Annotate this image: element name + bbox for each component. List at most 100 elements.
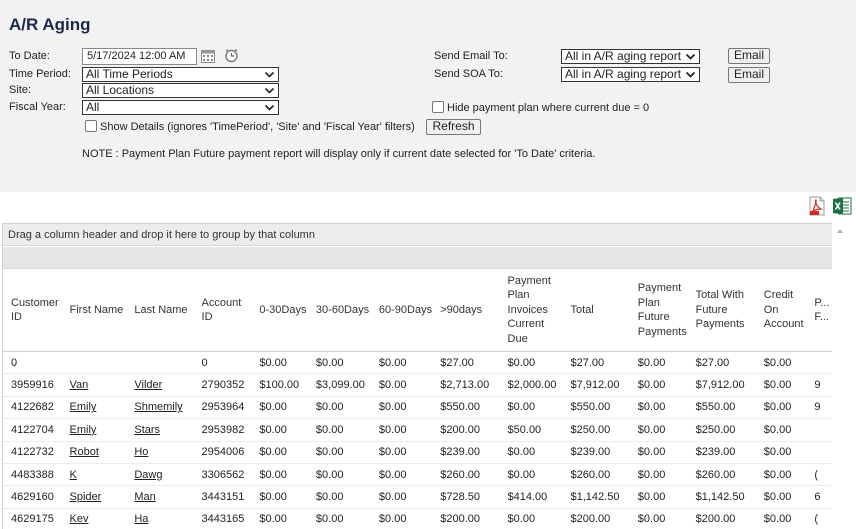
table-cell: $1,142.50 [562, 485, 630, 509]
column-header-payment-plan-future[interactable]: Payment Plan Future Payments [629, 269, 688, 352]
table-header-row: Customer ID First Name Last Name Account… [3, 269, 832, 352]
column-header-total-with-future[interactable]: Total With Future Payments [687, 269, 756, 352]
excel-icon[interactable] [832, 196, 852, 216]
table-cell: $0.00 [251, 463, 308, 487]
table-cell: 4122732 [3, 441, 62, 464]
table-cell: $3,099.00 [307, 373, 371, 397]
table-cell: 3306562 [193, 463, 252, 487]
group-by-bar[interactable]: Drag a column header and drop it here to… [3, 224, 832, 246]
table-row[interactable]: 4629175 Kev Ha 3443165 $0.00 $0.00 $0.00 $200.0… [3, 508, 832, 529]
table-cell: $0.00 [370, 441, 433, 464]
table-cell: $7,912.00 [687, 373, 756, 397]
first-name-link[interactable]: Robot [70, 446, 99, 458]
table-cell: $0.00 [307, 418, 371, 442]
column-header-truncated[interactable]: P... F... [806, 269, 832, 352]
column-header-account-id[interactable]: Account ID [193, 269, 252, 352]
clock-icon[interactable] [224, 48, 239, 63]
last-name-link[interactable]: Ha [134, 513, 148, 525]
pdf-icon[interactable] [807, 196, 827, 216]
table-row[interactable]: 0 0 $0.00 $0.00 $0.00 $27.00 $0.00 $27.00 $0.00 $… [3, 351, 832, 375]
last-name-link[interactable]: Man [134, 491, 155, 503]
hide-payment-plan-checkbox[interactable] [432, 101, 444, 113]
table-row[interactable]: 4122682 Emily Shmemily 2953964 $0.00 $0.00 $0.… [3, 396, 832, 420]
table-cell: $239.00 [687, 441, 756, 464]
fiscal-year-select[interactable]: All [82, 100, 279, 115]
first-name-link[interactable]: Emily [70, 424, 97, 436]
chevron-down-icon [685, 71, 696, 78]
last-name-link[interactable]: Shmemily [134, 401, 182, 413]
table-cell: $27.00 [687, 351, 756, 375]
table-row[interactable]: 3959916 Van Vilder 2790352 $100.00 $3,099.00 $… [3, 373, 832, 397]
table-cell: 2953964 [193, 396, 252, 420]
last-name-link[interactable]: Ho [134, 446, 148, 458]
chevron-down-icon [685, 53, 696, 60]
table-cell: ( [806, 508, 832, 529]
table-cell: $0.00 [629, 351, 688, 375]
table-cell: $0.00 [629, 485, 688, 509]
table-cell: $100.00 [251, 373, 308, 397]
column-header-payment-plan-current-due[interactable]: Payment Plan Invoices Current Due [499, 269, 563, 352]
table-cell: $0.00 [251, 418, 308, 442]
column-header-0-30-days[interactable]: 0-30Days [251, 269, 308, 352]
table-row[interactable]: 4122732 Robot Ho 2954006 $0.00 $0.00 $0.00 $239… [3, 441, 832, 464]
show-details-checkbox[interactable] [85, 120, 97, 132]
table-cell: $0.00 [755, 508, 807, 529]
last-name-link[interactable]: Vilder [134, 379, 162, 391]
first-name-link[interactable]: Kev [70, 513, 89, 525]
table-row[interactable]: 4122704 Emily Stars 2953982 $0.00 $0.00 $0.00 $… [3, 418, 832, 442]
note-text: NOTE : Payment Plan Future payment repor… [82, 148, 596, 160]
send-soa-select[interactable]: All in A/R aging report [561, 67, 700, 82]
column-header-customer-id[interactable]: Customer ID [3, 269, 62, 352]
column-header-first-name[interactable]: First Name [61, 269, 127, 352]
show-details-label: Show Details (ignores 'TimePeriod', 'Sit… [100, 121, 415, 133]
send-soa-button[interactable]: Email [728, 67, 770, 83]
first-name-link[interactable]: Spider [70, 491, 102, 503]
column-header-60-90-days[interactable]: 60-90Days [370, 269, 433, 352]
grid-vertical-scrollbar[interactable] [832, 223, 848, 528]
table-cell: $0.00 [307, 396, 371, 420]
table-cell: $0.00 [370, 418, 433, 442]
last-name-link[interactable]: Dawg [134, 469, 162, 481]
table-cell: 9 [806, 373, 832, 397]
last-name-link[interactable]: Stars [134, 424, 160, 436]
table-cell: $200.00 [432, 418, 500, 442]
send-email-select[interactable]: All in A/R aging report [561, 49, 700, 64]
table-cell: $1,142.50 [687, 485, 756, 509]
column-header-90-days[interactable]: >90days [432, 269, 500, 352]
send-email-button[interactable]: Email [728, 48, 770, 64]
to-date-input[interactable]: 5/17/2024 12:00 AM [82, 48, 197, 65]
first-name-link[interactable]: Emily [70, 401, 97, 413]
ar-aging-table: Customer ID First Name Last Name Account… [3, 269, 832, 529]
table-cell: $550.00 [562, 396, 630, 420]
column-header-credit-on-account[interactable]: Credit On Account [755, 269, 807, 352]
table-cell: 3443165 [193, 508, 252, 529]
table-cell: $0.00 [251, 485, 308, 509]
time-period-select[interactable]: All Time Periods [82, 67, 279, 82]
table-cell: $0.00 [251, 441, 308, 464]
first-name-link[interactable]: K [70, 469, 77, 481]
refresh-button[interactable]: Refresh [426, 119, 481, 135]
table-cell: Spider [61, 485, 127, 509]
table-cell: $0.00 [307, 508, 371, 529]
table-cell: $0.00 [370, 485, 433, 509]
table-cell: $260.00 [562, 463, 630, 487]
table-cell: $0.00 [755, 351, 807, 375]
table-cell [806, 418, 832, 442]
column-header-30-60-days[interactable]: 30-60Days [307, 269, 371, 352]
table-cell: $0.00 [370, 396, 433, 420]
chevron-down-icon [264, 71, 275, 78]
table-cell: $239.00 [562, 441, 630, 464]
column-header-last-name[interactable]: Last Name [126, 269, 194, 352]
table-cell: 0 [193, 351, 252, 375]
column-header-total[interactable]: Total [562, 269, 630, 352]
table-cell: 4629175 [3, 508, 62, 529]
table-row[interactable]: 4483388 K Dawg 3306562 $0.00 $0.00 $0.00 $260.0… [3, 463, 832, 487]
site-select[interactable]: All Locations [82, 83, 279, 98]
first-name-link[interactable]: Van [70, 379, 89, 391]
calendar-icon[interactable] [201, 49, 215, 63]
send-soa-value: All in A/R aging report [565, 67, 682, 81]
table-cell [61, 351, 127, 375]
table-cell: 3959916 [3, 373, 62, 397]
table-row[interactable]: 4629160 Spider Man 3443151 $0.00 $0.00 $0.00 $7… [3, 485, 832, 509]
scroll-up-icon[interactable] [832, 223, 848, 239]
